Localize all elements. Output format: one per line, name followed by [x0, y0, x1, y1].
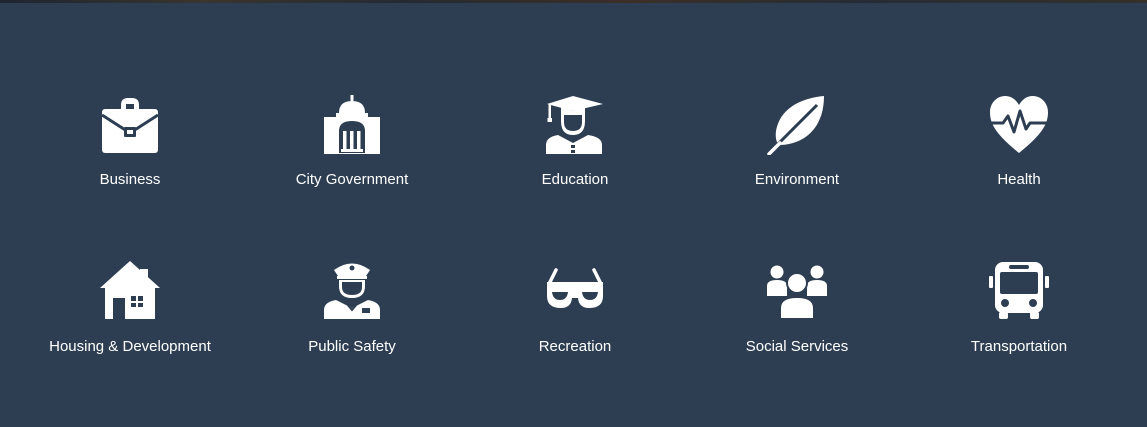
category-label: Business — [99, 171, 161, 188]
category-business[interactable]: Business — [30, 95, 230, 215]
category-label: Public Safety — [308, 338, 396, 355]
category-education[interactable]: Education — [475, 95, 675, 215]
category-social-services[interactable]: Social Services — [697, 260, 897, 380]
house-icon — [100, 260, 160, 320]
category-label: Education — [541, 171, 609, 188]
category-label: Social Services — [745, 338, 849, 355]
category-transportation[interactable]: Transportation — [919, 260, 1119, 380]
category-city-government[interactable]: City Government — [252, 95, 452, 215]
briefcase-icon — [100, 95, 160, 155]
category-housing-development[interactable]: Housing & Development — [30, 260, 230, 380]
category-grid: Business City Government Education Envir… — [0, 0, 1147, 427]
leaf-icon — [767, 95, 827, 155]
category-environment[interactable]: Environment — [697, 95, 897, 215]
category-page: Business City Government Education Envir… — [0, 0, 1147, 427]
category-label: Health — [997, 171, 1041, 188]
category-public-safety[interactable]: Public Safety — [252, 260, 452, 380]
sunglasses-icon — [545, 260, 605, 320]
category-recreation[interactable]: Recreation — [475, 260, 675, 380]
bus-icon — [989, 260, 1049, 320]
police-officer-icon — [322, 260, 382, 320]
capitol-building-icon — [322, 95, 382, 155]
category-label: Recreation — [538, 338, 612, 355]
heart-pulse-icon — [989, 95, 1049, 155]
category-label: Transportation — [970, 338, 1068, 355]
category-health[interactable]: Health — [919, 95, 1119, 215]
category-label: Housing & Development — [49, 338, 211, 355]
graduate-icon — [545, 95, 605, 155]
category-label: City Government — [295, 171, 409, 188]
category-label: Environment — [754, 171, 840, 188]
people-group-icon — [767, 260, 827, 320]
